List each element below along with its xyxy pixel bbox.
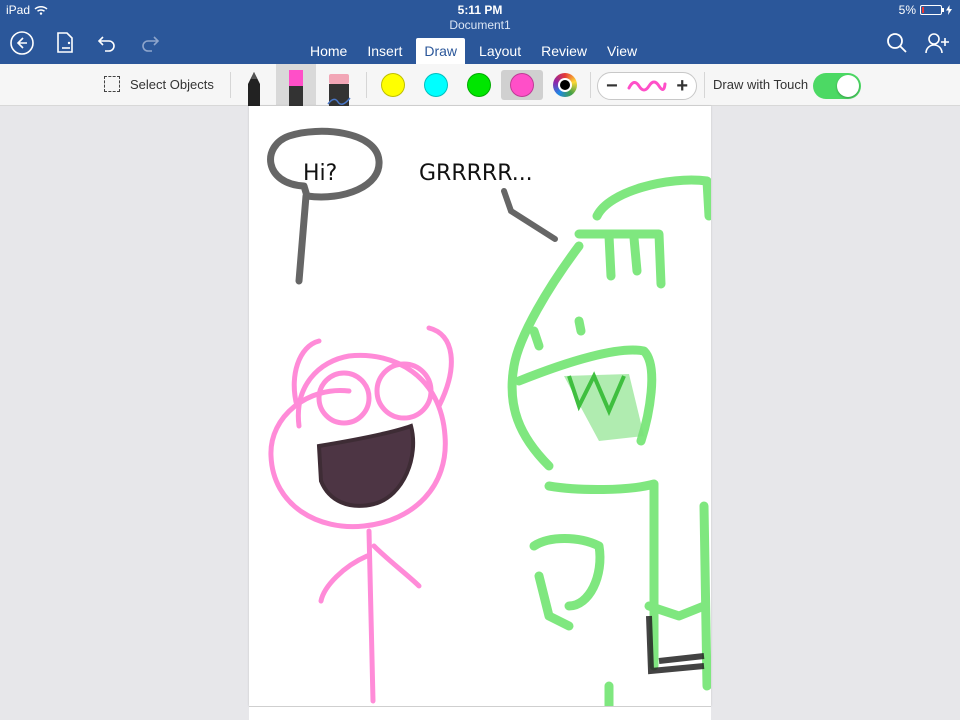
monster-jaw	[564, 374, 644, 441]
pink-stick-figure	[268, 325, 454, 704]
highlighter-tool[interactable]	[276, 64, 316, 106]
draw-ribbon: Select Objects − + Draw with Touch	[0, 64, 960, 106]
toggle-knob	[837, 75, 859, 97]
highlighter-icon	[289, 70, 303, 106]
divider	[704, 72, 705, 98]
pen-icon	[248, 72, 260, 106]
eraser-tool[interactable]	[319, 64, 359, 106]
more-colors-wheel-icon[interactable]	[553, 73, 577, 97]
title-bar: iPad 5:11 PM 5% Document1 Home Insert Dr…	[0, 0, 960, 64]
speech-bubble-left	[267, 127, 383, 285]
back-icon[interactable]	[9, 30, 35, 56]
status-battery: 5%	[899, 3, 952, 17]
decrease-thickness-button[interactable]: −	[606, 76, 618, 96]
ribbon-tabs: Home Insert Draw Layout Review View	[300, 38, 647, 64]
draw-with-touch-label: Draw with Touch	[713, 77, 809, 92]
document-page[interactable]: Hi? GRRRRR...	[249, 106, 711, 706]
speech-tail-right	[501, 188, 558, 242]
draw-with-touch-toggle[interactable]	[813, 73, 861, 99]
color-green-swatch[interactable]	[467, 73, 491, 97]
current-color-dot	[560, 80, 570, 90]
next-page-edge	[249, 706, 711, 720]
eraser-icon	[327, 74, 351, 106]
undo-icon[interactable]	[94, 30, 120, 56]
redo-icon[interactable]	[137, 30, 163, 56]
battery-percent: 5%	[898, 3, 916, 17]
thickness-control: − +	[597, 72, 697, 100]
divider	[230, 72, 231, 98]
tab-home[interactable]: Home	[300, 40, 357, 64]
divider	[366, 72, 367, 98]
charging-icon	[946, 5, 952, 15]
search-icon[interactable]	[884, 30, 910, 56]
green-monster	[507, 175, 711, 706]
file-menu-icon[interactable]	[52, 30, 78, 56]
divider	[590, 72, 591, 98]
color-yellow-swatch[interactable]	[381, 73, 405, 97]
increase-thickness-button[interactable]: +	[676, 76, 688, 96]
pen-tool[interactable]	[234, 64, 274, 106]
speech-text-right: GRRRRR...	[419, 161, 533, 186]
color-cyan-swatch[interactable]	[424, 73, 448, 97]
speech-text-left: Hi?	[303, 161, 338, 186]
battery-icon	[920, 5, 944, 15]
status-time: 5:11 PM	[457, 3, 503, 17]
share-add-person-icon[interactable]	[925, 30, 951, 56]
tab-review[interactable]: Review	[531, 40, 597, 64]
stroke-preview-icon	[627, 80, 667, 92]
tab-view[interactable]: View	[597, 40, 647, 64]
tab-insert[interactable]: Insert	[357, 40, 412, 64]
figure-mouth	[316, 423, 416, 508]
tab-draw[interactable]: Draw	[416, 38, 466, 64]
tab-layout[interactable]: Layout	[469, 40, 531, 64]
select-objects-icon	[104, 76, 120, 92]
color-pink-swatch[interactable]	[510, 73, 534, 97]
select-objects-button[interactable]: Select Objects	[104, 76, 214, 92]
ink-drawing-canvas[interactable]	[249, 106, 711, 706]
select-objects-label: Select Objects	[130, 76, 214, 92]
